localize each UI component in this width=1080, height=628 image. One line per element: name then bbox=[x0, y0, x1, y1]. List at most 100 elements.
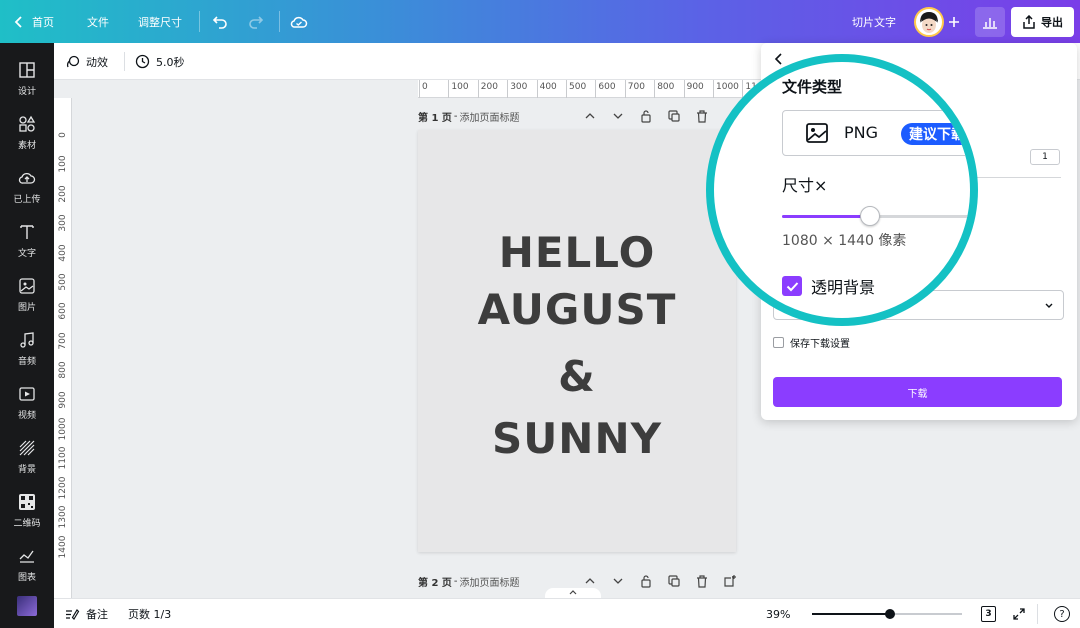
ruler-tick bbox=[448, 80, 450, 98]
file-menu[interactable]: 文件 bbox=[87, 0, 109, 43]
zoom-slider-track[interactable] bbox=[812, 609, 962, 619]
chevron-down-icon bbox=[1045, 303, 1053, 308]
transparent-background-checkbox[interactable]: 透明背景 bbox=[782, 274, 875, 298]
zoom-slider-thumb[interactable] bbox=[885, 609, 895, 619]
trash-icon[interactable] bbox=[695, 109, 709, 123]
size-label: 尺寸× bbox=[782, 176, 828, 195]
ruler-label: 0 bbox=[422, 82, 428, 92]
redo-icon bbox=[249, 15, 264, 29]
page-count[interactable]: 页数 1/3 bbox=[128, 599, 171, 628]
chevron-up-icon[interactable] bbox=[583, 109, 597, 123]
undo-button[interactable] bbox=[212, 0, 228, 43]
add-page-icon[interactable] bbox=[723, 574, 737, 588]
apps-thumbnail-icon[interactable] bbox=[17, 596, 37, 616]
page-2-header[interactable]: 第 2 页 - 添加页面标题 bbox=[418, 573, 520, 589]
sidebar-item-label: 设计 bbox=[17, 87, 36, 97]
help-icon: ? bbox=[1059, 608, 1065, 620]
sidebar-item-label: 音频 bbox=[17, 357, 36, 367]
share-upload-icon bbox=[1023, 15, 1035, 29]
ruler-tick bbox=[683, 80, 685, 98]
sidebar-item-qrcode[interactable]: 二维码 bbox=[0, 485, 54, 537]
duplicate-icon[interactable] bbox=[667, 109, 681, 123]
expand-icon bbox=[1013, 608, 1025, 620]
sidebar-item-uploads[interactable]: 已上传 bbox=[0, 161, 54, 213]
size-scale-input[interactable]: 1 bbox=[1030, 149, 1060, 165]
lock-icon[interactable] bbox=[639, 109, 653, 123]
home-label: 首页 bbox=[32, 15, 54, 29]
export-button[interactable]: 导出 bbox=[1011, 7, 1074, 37]
background-icon bbox=[19, 440, 35, 456]
duration-button[interactable]: 5.0秒 bbox=[135, 43, 185, 80]
page-1-header[interactable]: 第 1 页 - 添加页面标题 bbox=[418, 108, 520, 124]
notes-icon bbox=[66, 608, 80, 620]
page-1-canvas[interactable]: HELLO AUGUST & SUNNY bbox=[418, 130, 736, 552]
sidebar-item-charts[interactable]: 图表 bbox=[0, 539, 54, 591]
lock-icon[interactable] bbox=[639, 574, 653, 588]
poster-text-line[interactable]: & bbox=[418, 352, 736, 401]
sidebar-item-photos[interactable]: 图片 bbox=[0, 269, 54, 321]
sidebar-item-background[interactable]: 背景 bbox=[0, 431, 54, 483]
chevron-down-icon[interactable] bbox=[611, 109, 625, 123]
sidebar-item-design[interactable]: 设计 bbox=[0, 53, 54, 105]
ruler-label: 1000 bbox=[58, 417, 68, 441]
chevron-up-icon bbox=[569, 590, 577, 595]
download-button[interactable]: 下载 bbox=[773, 377, 1062, 407]
add-collaborator-button[interactable] bbox=[948, 0, 960, 43]
sidebar-item-text[interactable]: 文字 bbox=[0, 215, 54, 267]
duplicate-icon[interactable] bbox=[667, 574, 681, 588]
size-slider-track[interactable] bbox=[782, 206, 970, 226]
page-title-input[interactable]: 添加页面标题 bbox=[460, 109, 520, 124]
save-settings-checkbox[interactable]: 保存下载设置 bbox=[773, 335, 850, 350]
chevron-up-icon[interactable] bbox=[583, 574, 597, 588]
animate-button[interactable]: 动效 bbox=[66, 43, 108, 80]
insights-button[interactable] bbox=[975, 7, 1005, 37]
duration-label: 5.0秒 bbox=[156, 55, 185, 69]
notes-button[interactable]: 备注 bbox=[65, 599, 108, 628]
sidebar-item-label: 视频 bbox=[17, 411, 36, 421]
page-grid-button[interactable]: 3 bbox=[981, 606, 996, 622]
help-button[interactable]: ? bbox=[1054, 606, 1070, 622]
chevron-down-icon[interactable] bbox=[611, 574, 625, 588]
checkbox-checked[interactable] bbox=[782, 276, 802, 296]
sidebar-item-video[interactable]: 视频 bbox=[0, 377, 54, 429]
page-number: 第 1 页 bbox=[418, 112, 452, 124]
sidebar-item-label: 图片 bbox=[17, 303, 36, 313]
clock-icon bbox=[135, 54, 150, 69]
size-slider-thumb[interactable] bbox=[860, 206, 880, 226]
home-button[interactable]: 首页 bbox=[14, 0, 54, 43]
redo-button[interactable] bbox=[248, 0, 264, 43]
poster-text-line[interactable]: SUNNY bbox=[418, 414, 736, 463]
zoom-value[interactable]: 39% bbox=[766, 599, 790, 628]
sidebar-item-elements[interactable]: 素材 bbox=[0, 107, 54, 159]
ruler-label: 400 bbox=[58, 244, 68, 262]
cloud-save-status[interactable] bbox=[290, 0, 308, 43]
page-title-input[interactable]: 添加页面标题 bbox=[460, 574, 520, 589]
poster-text-line[interactable]: HELLO bbox=[418, 228, 736, 277]
page-title-separator: - bbox=[453, 575, 458, 587]
cloud-check-icon bbox=[290, 16, 308, 28]
sidebar-item-audio[interactable]: 音频 bbox=[0, 323, 54, 375]
upload-icon bbox=[18, 172, 36, 184]
fullscreen-button[interactable] bbox=[1012, 599, 1026, 628]
page-count-label: 页数 1/3 bbox=[128, 608, 172, 621]
download-label: 下载 bbox=[907, 388, 928, 400]
text-icon bbox=[20, 225, 34, 239]
trash-icon[interactable] bbox=[695, 574, 709, 588]
zoom-label: 39% bbox=[766, 607, 791, 621]
resize-button[interactable]: 调整尺寸 bbox=[138, 0, 182, 43]
chart-icon bbox=[19, 550, 34, 563]
top-ruler: 010020030040050060070080090010001100 bbox=[418, 80, 768, 98]
document-title[interactable]: 切片文字 bbox=[852, 0, 896, 43]
ruler-tick bbox=[654, 80, 656, 98]
file-type-value: PNG bbox=[844, 123, 879, 142]
divider bbox=[1037, 604, 1038, 624]
ruler-label: 200 bbox=[480, 82, 498, 92]
ruler-tick bbox=[419, 80, 420, 98]
panel-back-button[interactable] bbox=[774, 53, 784, 68]
poster-text-line[interactable]: AUGUST bbox=[418, 285, 736, 334]
sidebar-item-label: 已上传 bbox=[13, 195, 41, 205]
checkbox-box[interactable] bbox=[773, 337, 784, 348]
avatar[interactable] bbox=[914, 7, 944, 37]
file-type-select[interactable]: PNG 建议下载 bbox=[782, 110, 970, 156]
left-sidebar: 设计 素材 已上传 文字 图片 音频 视频 背景 二维码 图表 bbox=[0, 43, 54, 628]
